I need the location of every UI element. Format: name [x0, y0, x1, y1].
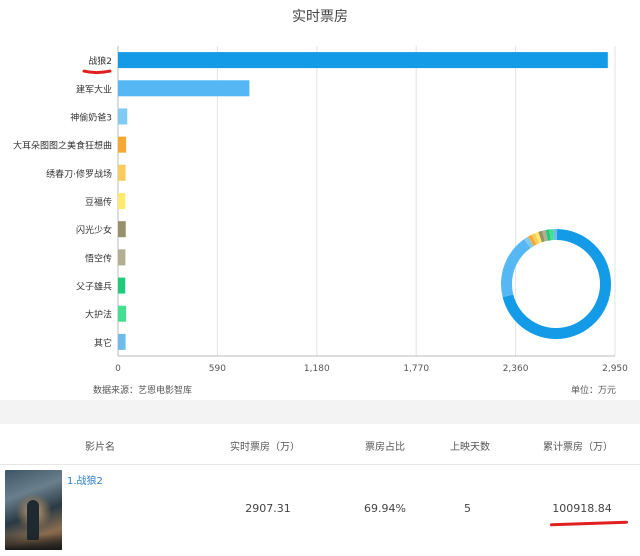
x-tick-label: 2,360: [503, 364, 529, 374]
category-label: 战狼2: [88, 55, 112, 67]
bar: [118, 52, 608, 69]
table-header: 影片名 实时票房（万） 票房占比 上映天数 累计票房（万）: [0, 424, 640, 465]
category-label: 闪光少女: [76, 224, 112, 236]
category-label: 绣春刀·修罗战场: [46, 168, 112, 180]
x-tick-label: 1,770: [403, 364, 429, 374]
category-label: 建军大业: [76, 83, 112, 95]
category-label: 大耳朵图图之美食狂想曲: [13, 140, 112, 152]
bar: [118, 249, 126, 266]
x-tick-label: 0: [115, 364, 121, 374]
poster-caption-shade: [5, 534, 62, 550]
bar: [118, 164, 126, 181]
category-label: 豆福传: [85, 196, 112, 208]
category-label: 神偷奶爸3: [70, 111, 112, 123]
realtime-box-office-value: 2907.31: [245, 502, 291, 515]
box-office-chart-panel: 实时票房 0 590 1,180 1,770 2,360 2,950 战狼2 建军大业 神偷奶爸…: [0, 0, 640, 400]
highlight-underline: [549, 520, 629, 527]
bar: [118, 305, 127, 322]
x-tick-label: 1,180: [304, 364, 330, 374]
bar: [118, 136, 127, 153]
days-released-value: 5: [464, 502, 471, 515]
category-label: 悟空传: [85, 252, 112, 264]
bar: [118, 221, 126, 238]
movie-poster-image[interactable]: [5, 470, 62, 550]
header-realtime-box-office: 实时票房（万）: [230, 442, 300, 453]
x-tick-label: 2,950: [602, 364, 628, 374]
bar: [118, 277, 126, 294]
box-office-chart: 0 590 1,180 1,770 2,360 2,950 战狼2 建军大业神偷奶爸3 大耳朵图…: [13, 46, 628, 374]
bar: [118, 80, 250, 97]
header-days-released: 上映天数: [450, 442, 490, 453]
header-film-name: 影片名: [85, 442, 115, 453]
box-office-share-value: 69.94%: [364, 502, 406, 515]
box-office-table: 影片名 实时票房（万） 票房占比 上映天数 累计票房（万） 1.战狼2 2907…: [0, 424, 640, 556]
data-source-note: 数据来源：艺恩电影智库: [93, 386, 193, 396]
total-box-office-value: 100918.84: [552, 502, 612, 515]
section-divider: [0, 400, 640, 424]
film-name-link[interactable]: 1.战狼2: [67, 472, 103, 487]
category-label: 父子雄兵: [76, 281, 112, 293]
table-row[interactable]: 1.战狼2 2907.31 69.94% 5 100918.84: [0, 465, 640, 556]
header-total-box-office: 累计票房（万）: [543, 442, 613, 453]
donut-slice: [553, 229, 558, 241]
category-label: 其它: [94, 337, 112, 349]
header-box-office-share: 票房占比: [365, 442, 405, 453]
unit-note: 单位：万元: [570, 386, 616, 396]
x-tick-label: 590: [209, 364, 226, 374]
bar: [118, 333, 126, 350]
category-label: 大护法: [85, 309, 112, 321]
bar: [118, 108, 128, 125]
bar: [118, 193, 126, 209]
highlight-underline: [82, 69, 112, 75]
